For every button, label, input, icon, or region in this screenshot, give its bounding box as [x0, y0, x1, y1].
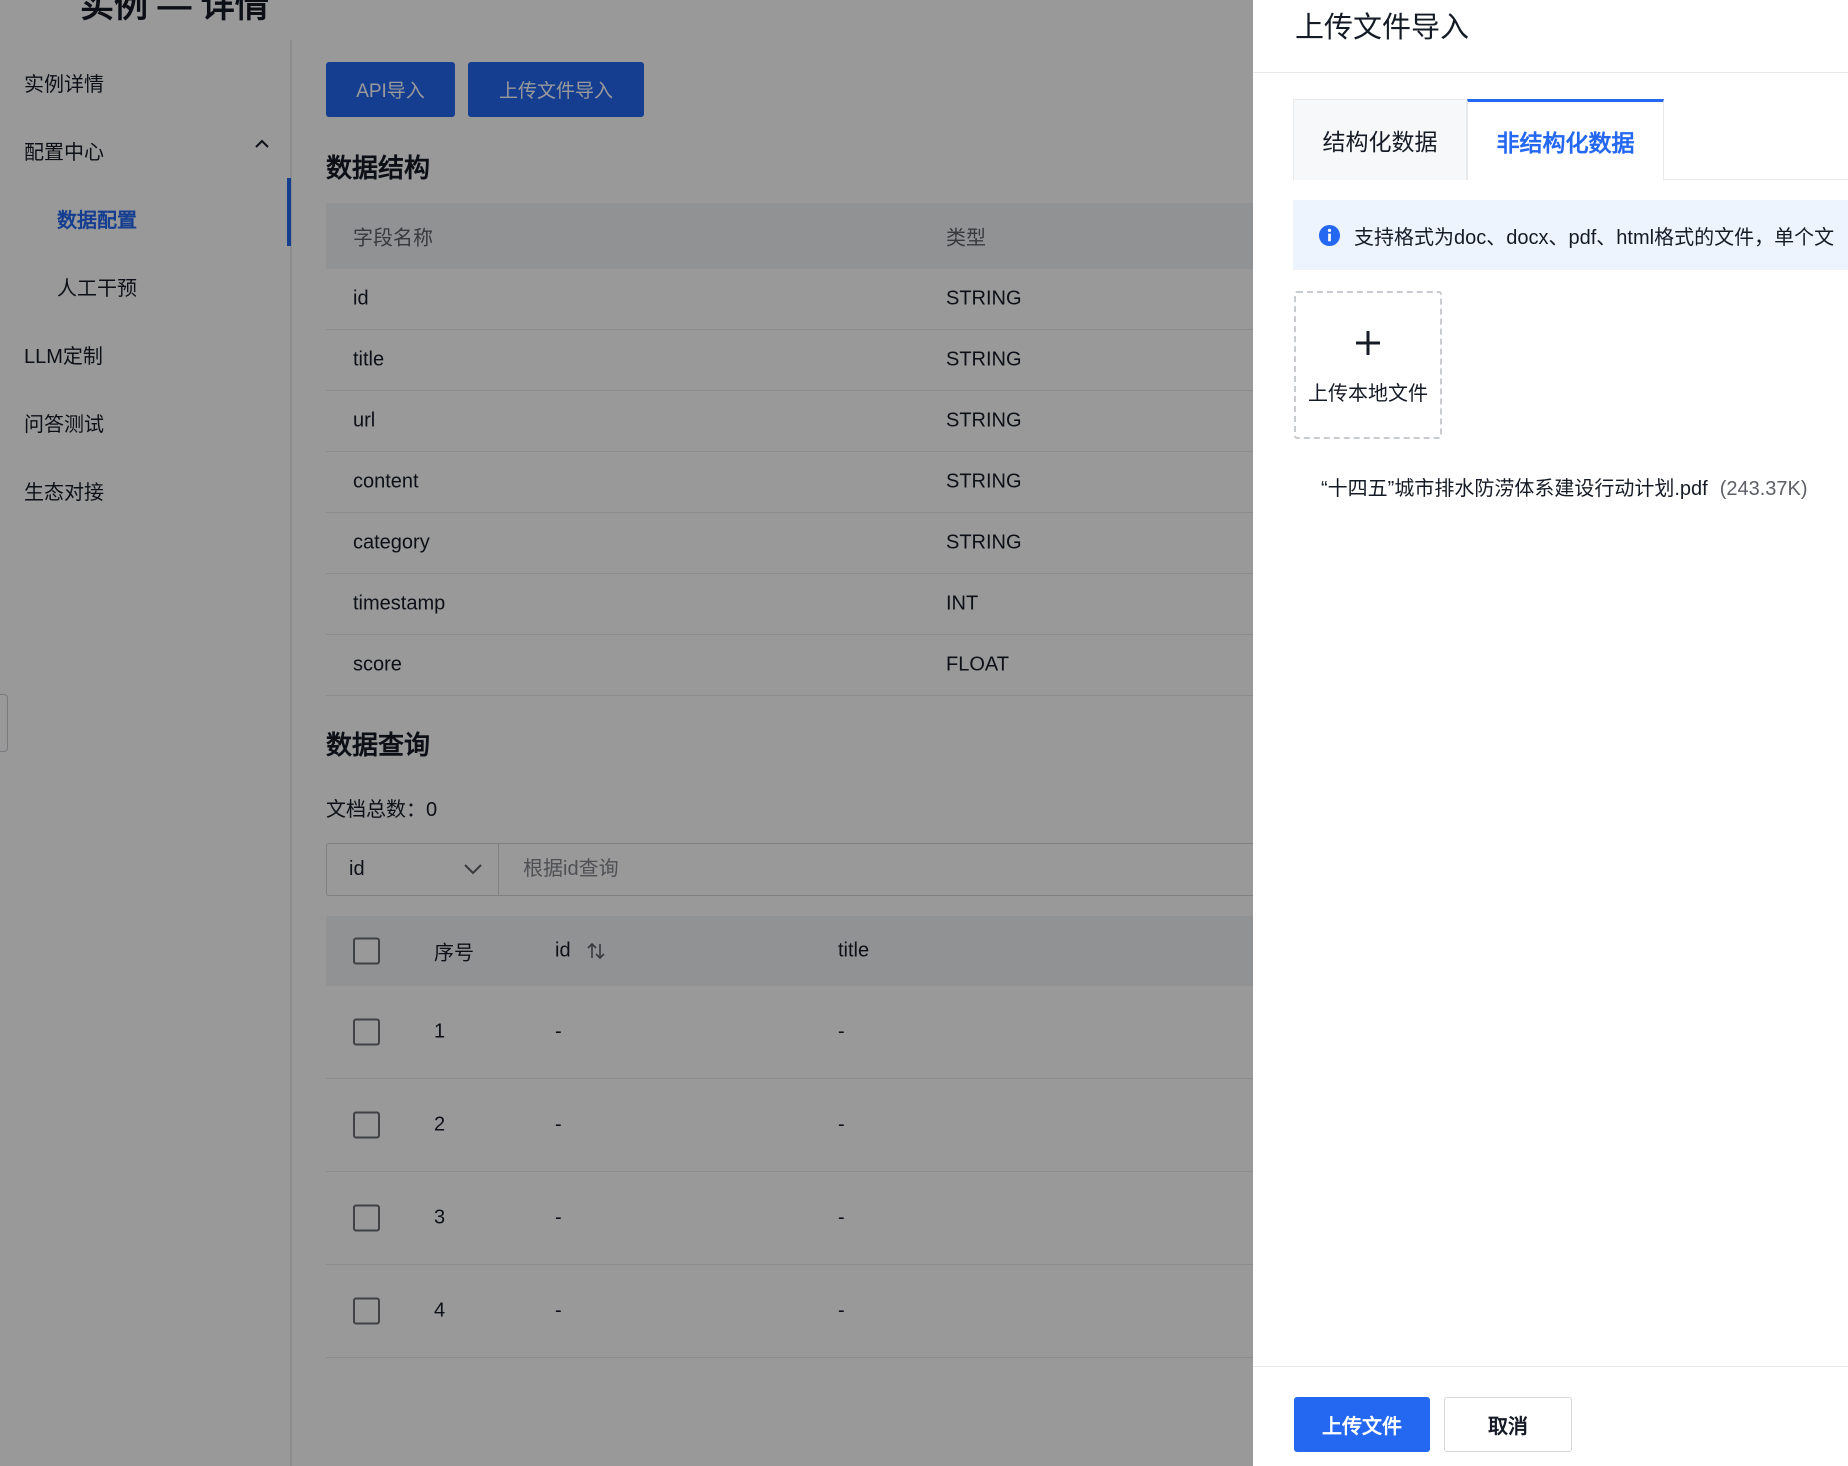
plus-icon	[1356, 331, 1380, 355]
cancel-button[interactable]: 取消	[1444, 1397, 1572, 1452]
drawer-tabs: 结构化数据 非结构化数据	[1293, 99, 1848, 181]
file-name: “十四五”城市排水防涝体系建设行动计划.pdf	[1321, 478, 1708, 500]
info-alert: 支持格式为doc、docx、pdf、html格式的文件，单个文	[1293, 200, 1848, 270]
drawer-header-divider	[1253, 72, 1848, 73]
info-icon	[1318, 224, 1341, 247]
page-root: 实例 — 详情 实例详情 配置中心 数据配置 人工干预 LLM定制 问答测试 生…	[0, 0, 1848, 1466]
tab-structured-data[interactable]: 结构化数据	[1293, 99, 1467, 180]
upload-drawer: 上传文件导入 结构化数据 非结构化数据 支持格式为doc、docx、pdf、ht…	[1253, 0, 1848, 1466]
upload-local-file-label: 上传本地文件	[1308, 383, 1428, 405]
upload-submit-button[interactable]: 上传文件	[1294, 1397, 1430, 1452]
info-text: 支持格式为doc、docx、pdf、html格式的文件，单个文	[1354, 227, 1835, 249]
drawer-title: 上传文件导入	[1295, 12, 1470, 44]
uploaded-file-item: “十四五”城市排水防涝体系建设行动计划.pdf (243.37K)	[1321, 472, 1808, 501]
tab-unstructured-data[interactable]: 非结构化数据	[1467, 99, 1664, 181]
file-size: (243.37K)	[1719, 478, 1808, 500]
drawer-footer-divider	[1253, 1366, 1848, 1367]
upload-local-file-button[interactable]: 上传本地文件	[1294, 291, 1442, 439]
modal-mask[interactable]	[0, 0, 1253, 1466]
